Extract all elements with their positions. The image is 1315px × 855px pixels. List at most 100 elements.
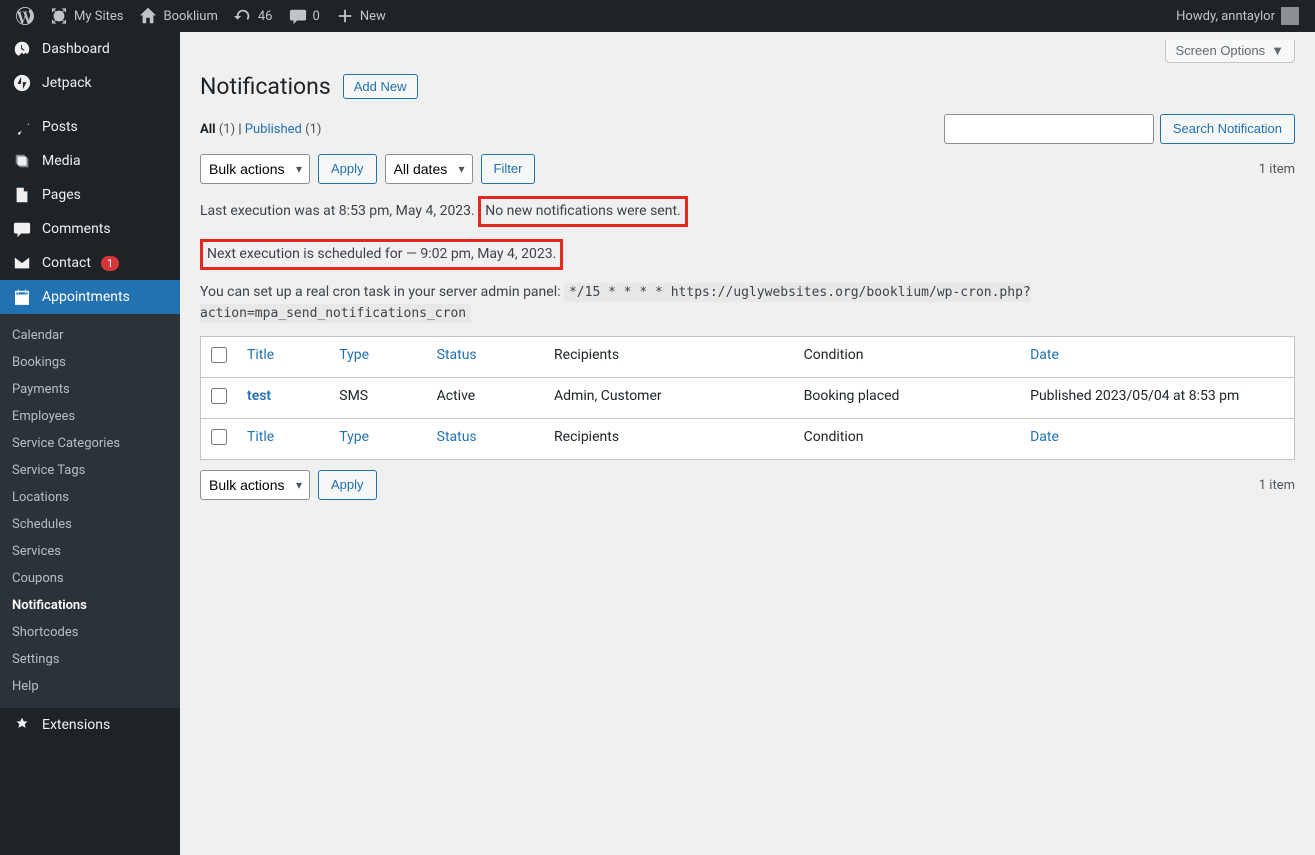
- plus-icon: [336, 7, 354, 25]
- cron-info-text: You can set up a real cron task in your …: [200, 282, 1295, 324]
- dashboard-icon: [12, 40, 32, 58]
- sidebar-label: Dashboard: [42, 41, 110, 57]
- search-input[interactable]: [944, 114, 1154, 144]
- comment-icon: [289, 7, 307, 25]
- table-row: test SMS Active Admin, Customer Booking …: [201, 378, 1294, 418]
- sidebar-item-appointments[interactable]: Appointments: [0, 280, 180, 314]
- account-link[interactable]: Howdy, anntaylor: [1168, 0, 1307, 32]
- all-count: (1): [219, 122, 235, 137]
- sidebar-label: Extensions: [42, 717, 110, 733]
- comments-link[interactable]: 0: [281, 0, 328, 32]
- admin-bar: My Sites Booklium 46 0 New: [0, 0, 1315, 32]
- home-icon: [139, 7, 157, 25]
- submenu-settings[interactable]: Settings: [0, 646, 180, 673]
- chevron-down-icon: ▼: [1271, 43, 1284, 58]
- pin-icon: [12, 118, 32, 136]
- add-new-button[interactable]: Add New: [343, 74, 418, 99]
- contact-badge: 1: [101, 256, 119, 271]
- submenu-notifications[interactable]: Notifications: [0, 592, 180, 619]
- sidebar-label: Media: [42, 153, 81, 169]
- submenu-locations[interactable]: Locations: [0, 484, 180, 511]
- col-title[interactable]: Title: [247, 347, 274, 363]
- col-status-foot[interactable]: Status: [437, 429, 477, 445]
- screen-options-button[interactable]: Screen Options ▼: [1165, 40, 1295, 63]
- sidebar-label: Posts: [42, 119, 78, 135]
- extensions-icon: [12, 716, 32, 734]
- submenu-employees[interactable]: Employees: [0, 403, 180, 430]
- row-checkbox[interactable]: [211, 388, 227, 404]
- sidebar-item-pages[interactable]: Pages: [0, 178, 180, 212]
- submenu-services[interactable]: Services: [0, 538, 180, 565]
- submenu-calendar[interactable]: Calendar: [0, 322, 180, 349]
- next-execution-text: Next execution is scheduled for — 9:02 p…: [200, 239, 1295, 270]
- sidebar-item-posts[interactable]: Posts: [0, 110, 180, 144]
- select-all-checkbox[interactable]: [211, 347, 227, 363]
- avatar: [1281, 7, 1299, 25]
- row-status: Active: [427, 378, 544, 418]
- col-title-foot[interactable]: Title: [247, 429, 274, 445]
- wordpress-icon: [16, 7, 34, 25]
- sidebar-label: Comments: [42, 221, 111, 237]
- submenu-shortcodes[interactable]: Shortcodes: [0, 619, 180, 646]
- submenu-schedules[interactable]: Schedules: [0, 511, 180, 538]
- row-date: Published 2023/05/04 at 8:53 pm: [1020, 378, 1294, 418]
- apply-button-bottom[interactable]: Apply: [318, 470, 377, 500]
- sidebar-item-dashboard[interactable]: Dashboard: [0, 32, 180, 66]
- wp-logo[interactable]: [8, 0, 42, 32]
- my-sites-label: My Sites: [74, 9, 123, 24]
- updates-count: 46: [258, 9, 273, 24]
- site-link[interactable]: Booklium: [131, 0, 225, 32]
- apply-button[interactable]: Apply: [318, 154, 377, 184]
- sidebar-item-comments[interactable]: Comments: [0, 212, 180, 246]
- no-new-highlight: No new notifications were sent.: [478, 196, 688, 227]
- last-execution-text: Last execution was at 8:53 pm, May 4, 20…: [200, 196, 1295, 227]
- new-link[interactable]: New: [328, 0, 394, 32]
- updates-link[interactable]: 46: [226, 0, 281, 32]
- item-count: 1 item: [1259, 162, 1295, 177]
- sidebar-label: Contact: [42, 255, 91, 271]
- col-date[interactable]: Date: [1030, 347, 1059, 363]
- col-type[interactable]: Type: [339, 347, 369, 363]
- main-content: Screen Options ▼ Notifications Add New A…: [180, 32, 1315, 855]
- notifications-table: Title Type Status Recipients Condition D…: [200, 336, 1295, 460]
- sidebar-label: Appointments: [42, 289, 130, 305]
- submenu-bookings[interactable]: Bookings: [0, 349, 180, 376]
- row-condition: Booking placed: [794, 378, 1020, 418]
- next-exec-highlight: Next execution is scheduled for — 9:02 p…: [200, 239, 563, 270]
- submenu-service-categories[interactable]: Service Categories: [0, 430, 180, 457]
- new-label: New: [360, 9, 386, 24]
- col-status[interactable]: Status: [437, 347, 477, 363]
- item-count-bottom: 1 item: [1259, 478, 1295, 493]
- appointments-submenu: Calendar Bookings Payments Employees Ser…: [0, 314, 180, 708]
- sidebar-label: Pages: [42, 187, 81, 203]
- sidebar-item-jetpack[interactable]: Jetpack: [0, 66, 180, 100]
- col-condition: Condition: [794, 337, 1020, 378]
- bulk-actions-select[interactable]: Bulk actions: [200, 154, 310, 184]
- exec-prefix: Last execution was at 8:53 pm, May 4, 20…: [200, 203, 478, 219]
- submenu-coupons[interactable]: Coupons: [0, 565, 180, 592]
- comments-count: 0: [313, 9, 320, 24]
- published-filter[interactable]: Published: [245, 122, 302, 137]
- jetpack-icon: [12, 74, 32, 92]
- my-sites-link[interactable]: My Sites: [42, 0, 131, 32]
- sidebar-item-extensions[interactable]: Extensions: [0, 708, 180, 742]
- bulk-actions-select-bottom[interactable]: Bulk actions: [200, 470, 310, 500]
- submenu-service-tags[interactable]: Service Tags: [0, 457, 180, 484]
- search-button[interactable]: Search Notification: [1160, 114, 1295, 144]
- col-type-foot[interactable]: Type: [339, 429, 369, 445]
- submenu-payments[interactable]: Payments: [0, 376, 180, 403]
- filter-button[interactable]: Filter: [481, 154, 536, 184]
- submenu-help[interactable]: Help: [0, 673, 180, 700]
- calendar-icon: [12, 288, 32, 306]
- col-date-foot[interactable]: Date: [1030, 429, 1059, 445]
- comment-icon: [12, 220, 32, 238]
- sidebar-item-media[interactable]: Media: [0, 144, 180, 178]
- sidebar-item-contact[interactable]: Contact 1: [0, 246, 180, 280]
- row-title-link[interactable]: test: [247, 388, 271, 404]
- page-title: Notifications: [200, 73, 331, 100]
- mail-icon: [12, 254, 32, 272]
- date-filter-select[interactable]: All dates: [385, 154, 473, 184]
- admin-sidebar: Dashboard Jetpack Posts Media Pages Comm…: [0, 32, 180, 855]
- select-all-checkbox-foot[interactable]: [211, 429, 227, 445]
- all-filter[interactable]: All: [200, 122, 216, 137]
